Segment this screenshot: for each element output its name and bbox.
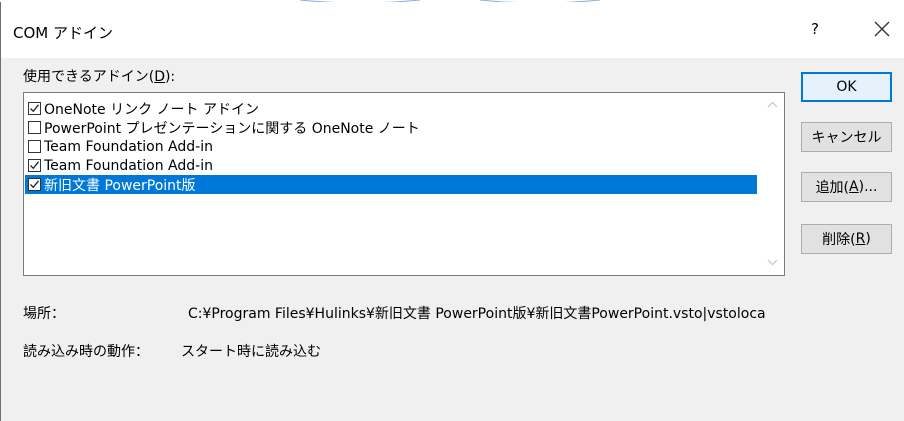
- close-icon[interactable]: [867, 14, 897, 44]
- hotkey-a: A: [849, 179, 859, 195]
- title-bar: COM アドイン ?: [1, 2, 904, 58]
- list-item-label: OneNote リンク ノート アドイン: [44, 101, 259, 118]
- list-item-team-foundation-2[interactable]: Team Foundation Add-in: [25, 156, 757, 175]
- com-addins-dialog: COM アドイン ? 使用できるアドイン(D): OneNote リンク ノート…: [0, 2, 904, 421]
- addins-listbox[interactable]: OneNote リンク ノート アドイン PowerPoint プレゼンテーショ…: [23, 92, 785, 276]
- list-scrollbar[interactable]: [761, 93, 784, 275]
- list-item-label: PowerPoint プレゼンテーションに関する OneNote ノート: [44, 120, 420, 137]
- list-item-label: Team Foundation Add-in: [44, 157, 213, 174]
- cancel-button[interactable]: キャンセル: [801, 122, 892, 152]
- list-item-label: 新旧文書 PowerPoint版: [44, 177, 196, 194]
- location-value: C:¥Program Files¥Hulinks¥新旧文書 PowerPoint…: [188, 306, 766, 322]
- list-item-label: Team Foundation Add-in: [44, 138, 213, 155]
- checkbox-checked[interactable]: [28, 159, 41, 172]
- remove-button[interactable]: 削除(R): [801, 224, 892, 254]
- list-item-onenote-link[interactable]: OneNote リンク ノート アドイン: [25, 99, 757, 118]
- checkbox-checked[interactable]: [28, 178, 41, 191]
- add-button[interactable]: 追加(A)...: [801, 172, 892, 202]
- scroll-up-arrow-icon[interactable]: [761, 98, 784, 112]
- hotkey-d: D: [154, 69, 165, 85]
- hotkey-r: R: [855, 231, 866, 247]
- load-behavior-value: スタート時に読み込む: [181, 344, 321, 360]
- list-item-onenote-ppt[interactable]: PowerPoint プレゼンテーションに関する OneNote ノート: [25, 118, 757, 137]
- load-behavior-label: 読み込み時の動作：: [23, 344, 149, 360]
- dialog-title: COM アドイン: [13, 24, 113, 42]
- checkbox-checked[interactable]: [28, 102, 41, 115]
- checkbox-unchecked[interactable]: [28, 121, 41, 134]
- list-item-team-foundation-1[interactable]: Team Foundation Add-in: [25, 137, 757, 156]
- location-label: 場所：: [23, 306, 65, 322]
- checkbox-unchecked[interactable]: [28, 140, 41, 153]
- list-item-shinkyu-bunsho[interactable]: 新旧文書 PowerPoint版: [25, 175, 757, 194]
- scroll-down-arrow-icon[interactable]: [761, 255, 784, 269]
- help-button[interactable]: ?: [811, 20, 819, 38]
- ok-button[interactable]: OK: [801, 72, 892, 102]
- available-addins-label: 使用できるアドイン(D):: [23, 69, 176, 85]
